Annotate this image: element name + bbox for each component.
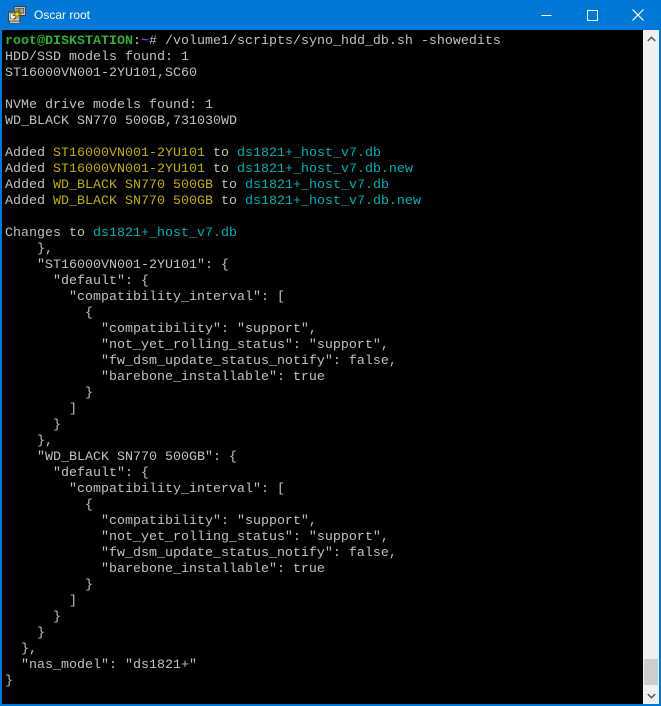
scrollbar-thumb[interactable] bbox=[644, 659, 658, 685]
close-button[interactable] bbox=[615, 0, 661, 30]
maximize-icon bbox=[587, 10, 598, 21]
close-icon bbox=[632, 9, 644, 21]
caption-buttons bbox=[523, 0, 661, 30]
window-title: Oscar root bbox=[34, 0, 90, 30]
terminal-screen[interactable]: root@DISKSTATION:~# /volume1/scripts/syn… bbox=[2, 30, 643, 704]
chevron-down-icon bbox=[647, 693, 656, 699]
chevron-up-icon bbox=[647, 36, 656, 42]
putty-icon bbox=[8, 6, 26, 24]
titlebar[interactable]: Oscar root bbox=[0, 0, 661, 30]
scroll-up-button[interactable] bbox=[643, 30, 659, 47]
terminal-text: root@DISKSTATION:~# /volume1/scripts/syn… bbox=[2, 30, 643, 690]
scroll-down-button[interactable] bbox=[643, 687, 659, 704]
minimize-button[interactable] bbox=[523, 0, 569, 30]
putty-window: Oscar root root@DISKSTATION:~# /volume1/… bbox=[0, 0, 661, 706]
minimize-icon bbox=[541, 10, 552, 21]
scrollbar[interactable] bbox=[643, 30, 659, 704]
maximize-button[interactable] bbox=[569, 0, 615, 30]
